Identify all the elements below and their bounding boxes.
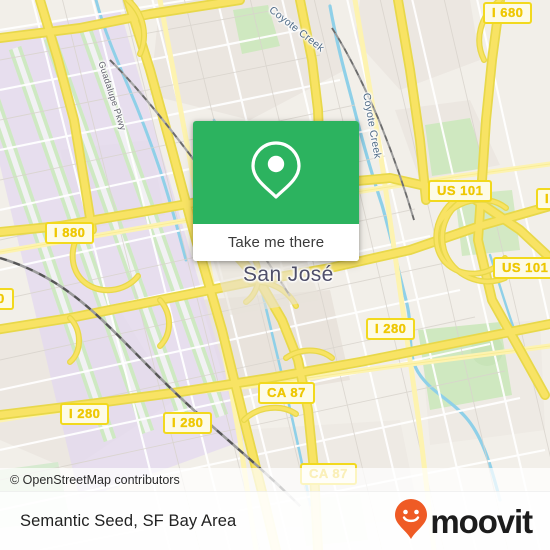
place-title: Semantic Seed, SF Bay Area [20,511,237,530]
moovit-logo[interactable]: moovit [394,498,533,545]
map-attribution: © OpenStreetMap contributors [0,468,550,491]
take-me-there-button[interactable]: Take me there [193,224,359,261]
shield-us-101-a[interactable]: US 101 [428,180,493,202]
card-pin-area [193,121,359,224]
shield-i-880[interactable]: I 880 [45,222,95,244]
shield-us-101-b[interactable]: US 101 [493,257,550,279]
shield-i-680-edge[interactable]: I 6 [536,188,550,210]
moovit-wordmark: moovit [430,502,533,540]
map-screenshot: San José Coyote Creek Coyote Creek Guada… [0,0,550,550]
footer-bar: Semantic Seed, SF Bay Area moovit [0,491,550,550]
shield-i-280-b[interactable]: I 280 [60,403,110,425]
shield-i-680[interactable]: I 680 [483,2,533,24]
moovit-smile-pin-icon [394,498,428,545]
shield-ca-87-a[interactable]: CA 87 [258,382,315,404]
shield-i-280-c[interactable]: I 280 [163,412,213,434]
map-pin-icon [250,139,302,206]
attribution-text[interactable]: © OpenStreetMap contributors [10,473,180,487]
destination-card[interactable]: Take me there [193,121,359,261]
shield-i-280-a[interactable]: I 280 [366,318,416,340]
shield-edge-left[interactable]: 0 [0,288,14,310]
